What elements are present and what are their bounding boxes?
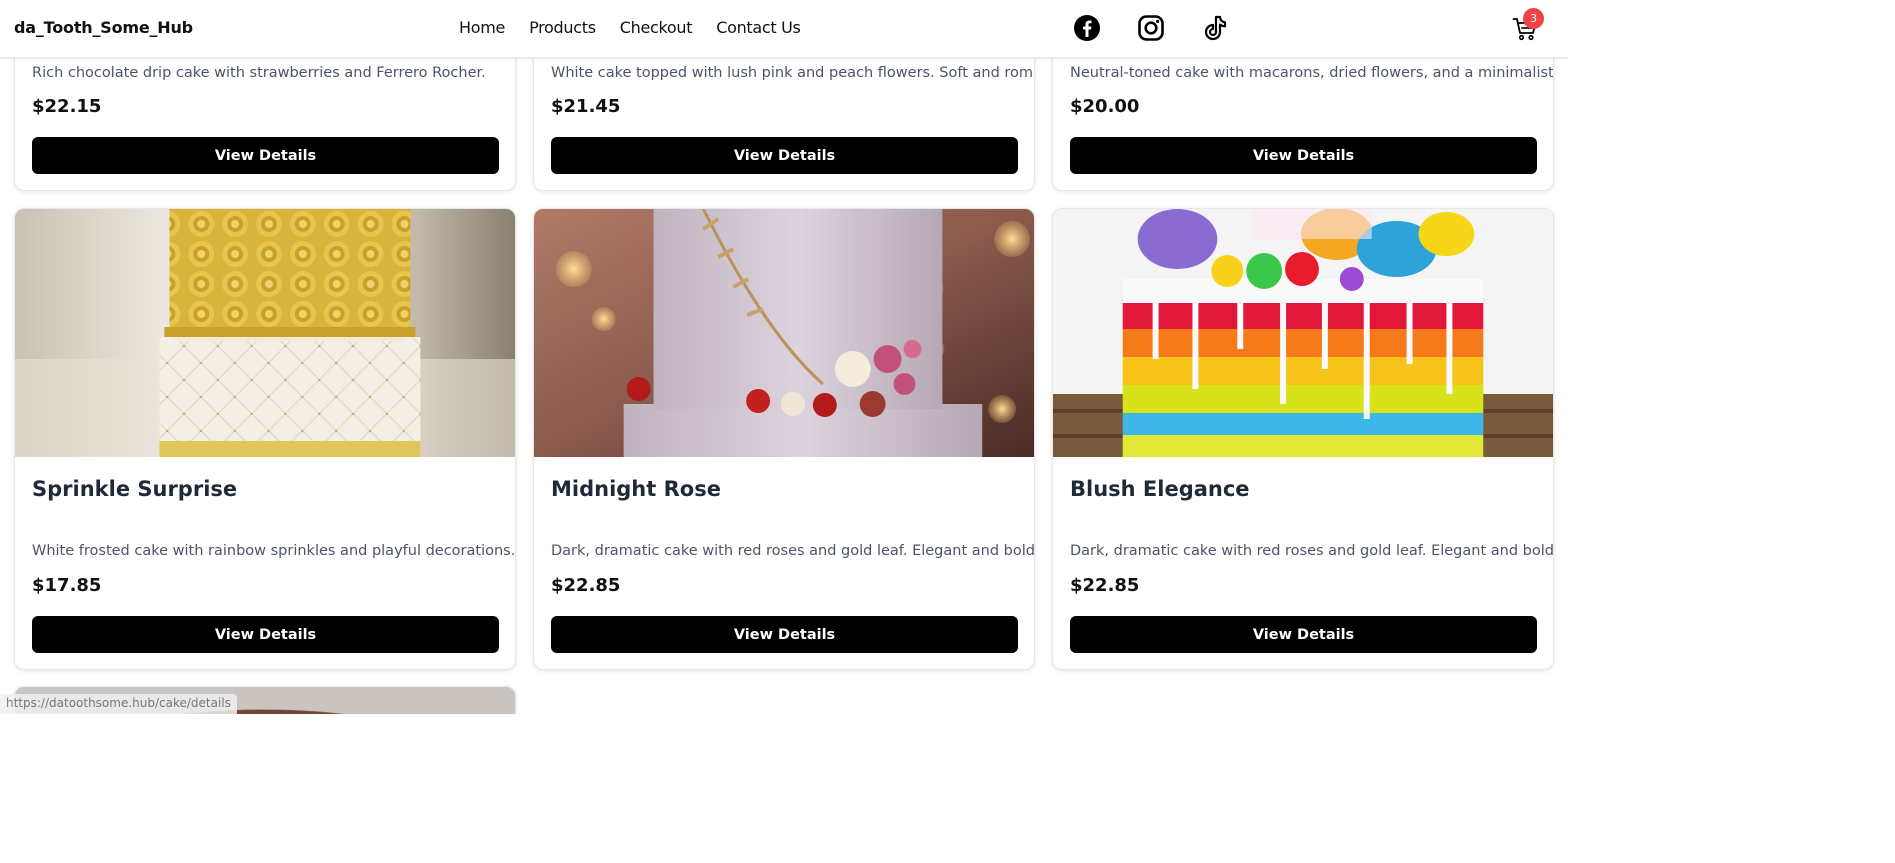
nav-home[interactable]: Home — [459, 18, 505, 37]
brand-logo[interactable]: da_Tooth_Some_Hub — [14, 18, 193, 37]
product-card: Blush Elegance Dark, dramatic cake with … — [1052, 208, 1554, 670]
page: Rich chocolate drip cake with strawberri… — [0, 0, 1568, 714]
product-description: Dark, dramatic cake with red roses and g… — [551, 543, 1035, 559]
product-image[interactable] — [534, 209, 1034, 457]
facebook-icon[interactable] — [1073, 14, 1101, 42]
product-description: White cake topped with lush pink and pea… — [551, 65, 1035, 81]
product-description: Dark, dramatic cake with red roses and g… — [1070, 543, 1554, 559]
product-price: $22.15 — [32, 96, 102, 117]
product-price: $21.45 — [551, 96, 621, 117]
product-price: $22.85 — [551, 575, 621, 596]
cart-count-badge: 3 — [1523, 8, 1544, 29]
view-details-button[interactable]: View Details — [1070, 137, 1537, 174]
product-card: Midnight Rose Dark, dramatic cake with r… — [533, 208, 1035, 670]
product-image[interactable] — [15, 209, 515, 457]
social-links — [1073, 14, 1265, 42]
status-bar-url: https://datoothsome.hub/cake/details — [0, 694, 237, 714]
product-title: Midnight Rose — [551, 477, 721, 501]
product-card: Sprinkle Surprise White frosted cake wit… — [14, 208, 516, 670]
site-header: da_Tooth_Some_Hub Home Products Checkout… — [0, 0, 1568, 58]
instagram-icon[interactable] — [1137, 14, 1165, 42]
product-description: White frosted cake with rainbow sprinkle… — [32, 543, 516, 559]
product-title: Sprinkle Surprise — [32, 477, 238, 501]
view-details-button[interactable]: View Details — [32, 137, 499, 174]
view-details-button[interactable]: View Details — [1070, 616, 1537, 653]
product-description: Neutral-toned cake with macarons, dried … — [1070, 65, 1554, 81]
tiktok-icon[interactable] — [1201, 14, 1229, 42]
nav-products[interactable]: Products — [529, 18, 596, 37]
product-price: $22.85 — [1070, 575, 1140, 596]
main-nav: Home Products Checkout Contact Us — [459, 18, 825, 37]
product-price: $20.00 — [1070, 96, 1140, 117]
view-details-button[interactable]: View Details — [551, 616, 1018, 653]
view-details-button[interactable]: View Details — [551, 137, 1018, 174]
view-details-button[interactable]: View Details — [32, 616, 499, 653]
product-title: Blush Elegance — [1070, 477, 1250, 501]
product-image[interactable] — [1053, 209, 1553, 457]
product-description: Rich chocolate drip cake with strawberri… — [32, 65, 486, 81]
nav-checkout[interactable]: Checkout — [620, 18, 693, 37]
nav-contact-us[interactable]: Contact Us — [716, 18, 801, 37]
product-price: $17.85 — [32, 575, 102, 596]
